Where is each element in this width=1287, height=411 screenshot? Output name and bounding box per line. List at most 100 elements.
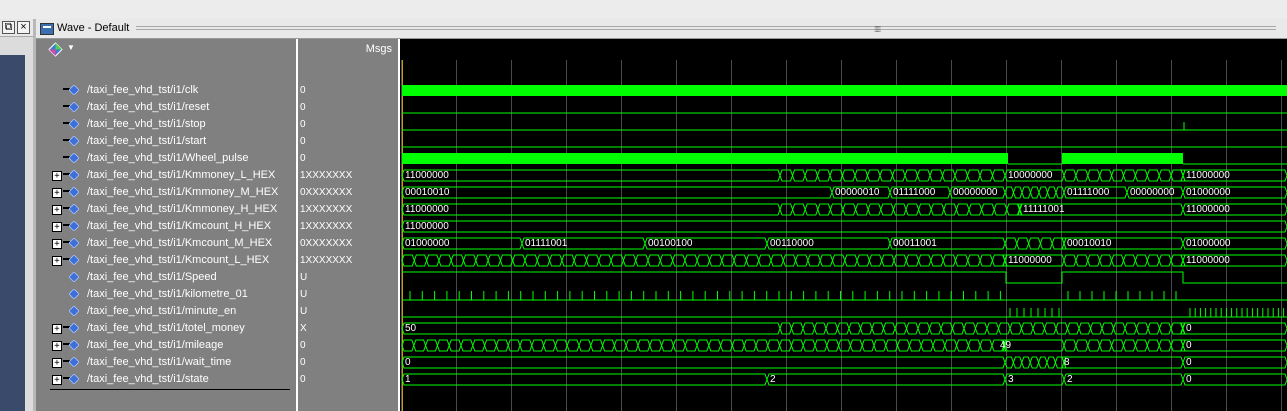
bus-segment <box>1124 322 1138 335</box>
bus-segment <box>1182 356 1287 369</box>
signal-row[interactable]: + /taxi_fee_vhd_tst/i1/Kmmoney_L_HEX <box>36 167 296 184</box>
close-icon[interactable]: × <box>17 21 30 34</box>
expand-icon[interactable]: + <box>52 188 62 198</box>
expand-icon[interactable]: + <box>52 222 62 232</box>
msgs-label: Msgs <box>365 43 392 55</box>
bus-segment <box>838 339 851 352</box>
bus-segment <box>855 203 869 216</box>
expand-icon[interactable]: + <box>52 324 62 334</box>
waveform-pane[interactable]: 11000000 10000000 11000000 00010010 00000010… <box>400 60 1287 411</box>
signal-row[interactable]: /taxi_fee_vhd_tst/i1/start <box>36 133 296 150</box>
bus-segment <box>512 254 526 267</box>
signal-diamond-icon <box>69 289 79 299</box>
bus-segment <box>1087 169 1101 182</box>
signal-row[interactable]: + /taxi_fee_vhd_tst/i1/Kmcount_H_HEX <box>36 218 296 235</box>
bus-segment <box>1044 322 1057 335</box>
expand-icon[interactable]: + <box>52 341 62 351</box>
bus-segment <box>531 339 545 352</box>
bus-segment <box>647 254 661 267</box>
expand-icon[interactable]: + <box>52 375 62 385</box>
bus-segment <box>720 339 733 352</box>
chevron-down-icon[interactable]: ▼ <box>67 43 75 52</box>
bus-segment <box>1063 339 1077 352</box>
signal-row[interactable]: + /taxi_fee_vhd_tst/i1/Kmmoney_M_HEX <box>36 184 296 201</box>
bus-segment <box>770 254 784 267</box>
bus-segment <box>661 339 674 352</box>
signal-row[interactable]: + /taxi_fee_vhd_tst/i1/Kmcount_M_HEX <box>36 235 296 252</box>
signal-row[interactable]: /taxi_fee_vhd_tst/i1/Wheel_pulse <box>36 150 296 167</box>
bus-segment <box>1016 237 1030 250</box>
signal-diamond-icon <box>69 221 79 231</box>
wave-window-titlebar[interactable]: Wave - Default ⁞⁞⁞⁞⁞ <box>36 19 1287 39</box>
bus-segment <box>906 322 919 335</box>
bus-segment <box>1006 203 1020 216</box>
bus-segment <box>879 169 894 182</box>
signal-diamond-icon <box>69 153 79 163</box>
signal-name: /taxi_fee_vhd_tst/i1/Kmcount_M_HEX <box>87 237 273 249</box>
bus-segment <box>1075 254 1089 267</box>
signal-row[interactable]: + /taxi_fee_vhd_tst/i1/Kmmoney_H_HEX <box>36 201 296 218</box>
signal-row[interactable]: + /taxi_fee_vhd_tst/i1/wait_time <box>36 354 296 371</box>
bus-segment <box>944 339 958 352</box>
signal-row[interactable]: /taxi_fee_vhd_tst/i1/reset <box>36 99 296 116</box>
signal-row[interactable]: /taxi_fee_vhd_tst/i1/Speed <box>36 269 296 286</box>
signal-name: /taxi_fee_vhd_tst/i1/Kmcount_H_HEX <box>87 220 272 232</box>
bus-segment <box>963 322 977 335</box>
signal-row[interactable]: + /taxi_fee_vhd_tst/i1/totel_money <box>36 320 296 337</box>
bus-segment <box>684 254 698 267</box>
bus-segment <box>885 339 899 352</box>
title-rule <box>136 29 1276 30</box>
signal-palette-icon[interactable] <box>48 42 63 57</box>
expand-icon[interactable]: + <box>52 256 62 266</box>
bus-segment <box>549 254 563 267</box>
signal-value-row: 1XXXXXXX <box>298 252 398 269</box>
signal-row[interactable]: /taxi_fee_vhd_tst/i1/clk <box>36 82 296 99</box>
bus-segment <box>917 169 931 182</box>
signal-row[interactable]: /taxi_fee_vhd_tst/i1/minute_en <box>36 303 296 320</box>
expand-icon[interactable]: + <box>52 205 62 215</box>
bus-segment <box>905 254 920 267</box>
signal-row[interactable]: + /taxi_fee_vhd_tst/i1/mileage <box>36 337 296 354</box>
bus-segment <box>956 339 969 352</box>
bus-segment <box>1021 356 1031 369</box>
bus-segment <box>930 203 945 216</box>
bus-segment <box>1134 169 1148 182</box>
bus-segment <box>930 254 944 267</box>
bus-value-label: 0 <box>1186 323 1192 334</box>
bus-segment <box>401 339 415 352</box>
signal-value-pane[interactable]: 0 0 0 0 0 1XXXXXXX 0XXXXXXX 1XXXXXXX 1XXXXXXX 0XX… <box>298 60 400 411</box>
signal-row[interactable]: + /taxi_fee_vhd_tst/i1/state <box>36 371 296 388</box>
bus-segment <box>1158 254 1172 267</box>
bus-segment <box>802 322 816 335</box>
bus-segment <box>566 339 580 352</box>
signal-value-row: 0 <box>298 371 398 388</box>
signal-name-pane[interactable]: /taxi_fee_vhd_tst/i1/clk/taxi_fee_vhd_ts… <box>36 60 298 411</box>
bus-segment <box>1099 169 1113 182</box>
expand-icon[interactable]: + <box>52 171 62 181</box>
expand-icon[interactable]: + <box>52 358 62 368</box>
bus-segment <box>883 322 896 335</box>
signal-row[interactable]: /taxi_fee_vhd_tst/i1/kilometre_01 <box>36 286 296 303</box>
bus-segment <box>979 254 993 267</box>
bus-segment <box>1075 339 1089 352</box>
bus-segment <box>952 322 965 335</box>
bus-segment <box>733 254 747 267</box>
expand-icon[interactable]: + <box>52 239 62 249</box>
drag-grip-icon[interactable]: ⁞⁞⁞⁞⁞ <box>874 25 881 34</box>
bus-value-label: 1 <box>405 374 411 385</box>
signal-row[interactable]: /taxi_fee_vhd_tst/i1/stop <box>36 116 296 133</box>
bus-segment <box>463 254 477 267</box>
bus-segment <box>1123 339 1136 352</box>
bus-segment <box>968 203 983 216</box>
signal-name-header: ▼ <box>36 39 298 60</box>
bus-segment <box>578 339 592 352</box>
bus-segment <box>425 339 438 352</box>
signal-value: 0 <box>300 340 306 351</box>
bus-segment <box>1123 254 1136 267</box>
window-title: Wave - Default <box>57 22 130 34</box>
signal-value-row: 0 <box>298 354 398 371</box>
bus-segment <box>554 339 568 352</box>
bus-segment <box>1099 254 1113 267</box>
signal-row[interactable]: + /taxi_fee_vhd_tst/i1/Kmcount_L_HEX <box>36 252 296 269</box>
undock-icon[interactable]: ⧉ <box>2 21 15 34</box>
